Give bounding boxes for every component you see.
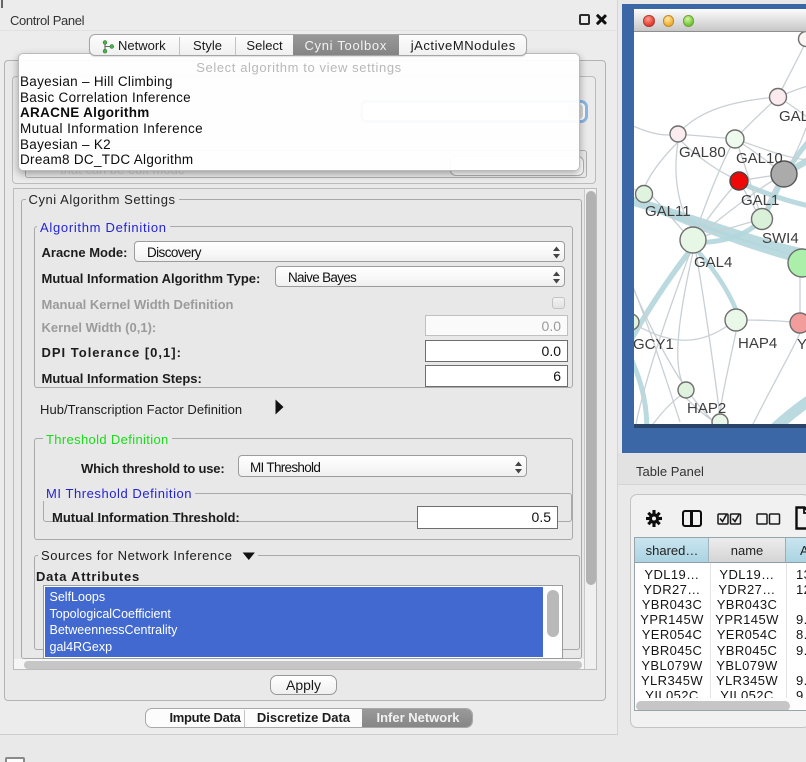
svg-text:GAL11: GAL11 [645, 203, 691, 220]
svg-text:GAL10: GAL10 [736, 150, 783, 167]
svg-text:GAL80: GAL80 [679, 144, 726, 161]
svg-text:YP: YP [797, 336, 806, 353]
svg-text:HAP4: HAP4 [738, 335, 777, 352]
svg-text:GAL4: GAL4 [694, 254, 732, 271]
svg-text:HAP2: HAP2 [687, 400, 726, 417]
svg-text:GCY1: GCY1 [634, 336, 674, 353]
svg-text:GAL1: GAL1 [741, 192, 779, 209]
svg-text:SWI4: SWI4 [762, 230, 799, 247]
svg-text:GAL2: GAL2 [779, 108, 806, 125]
